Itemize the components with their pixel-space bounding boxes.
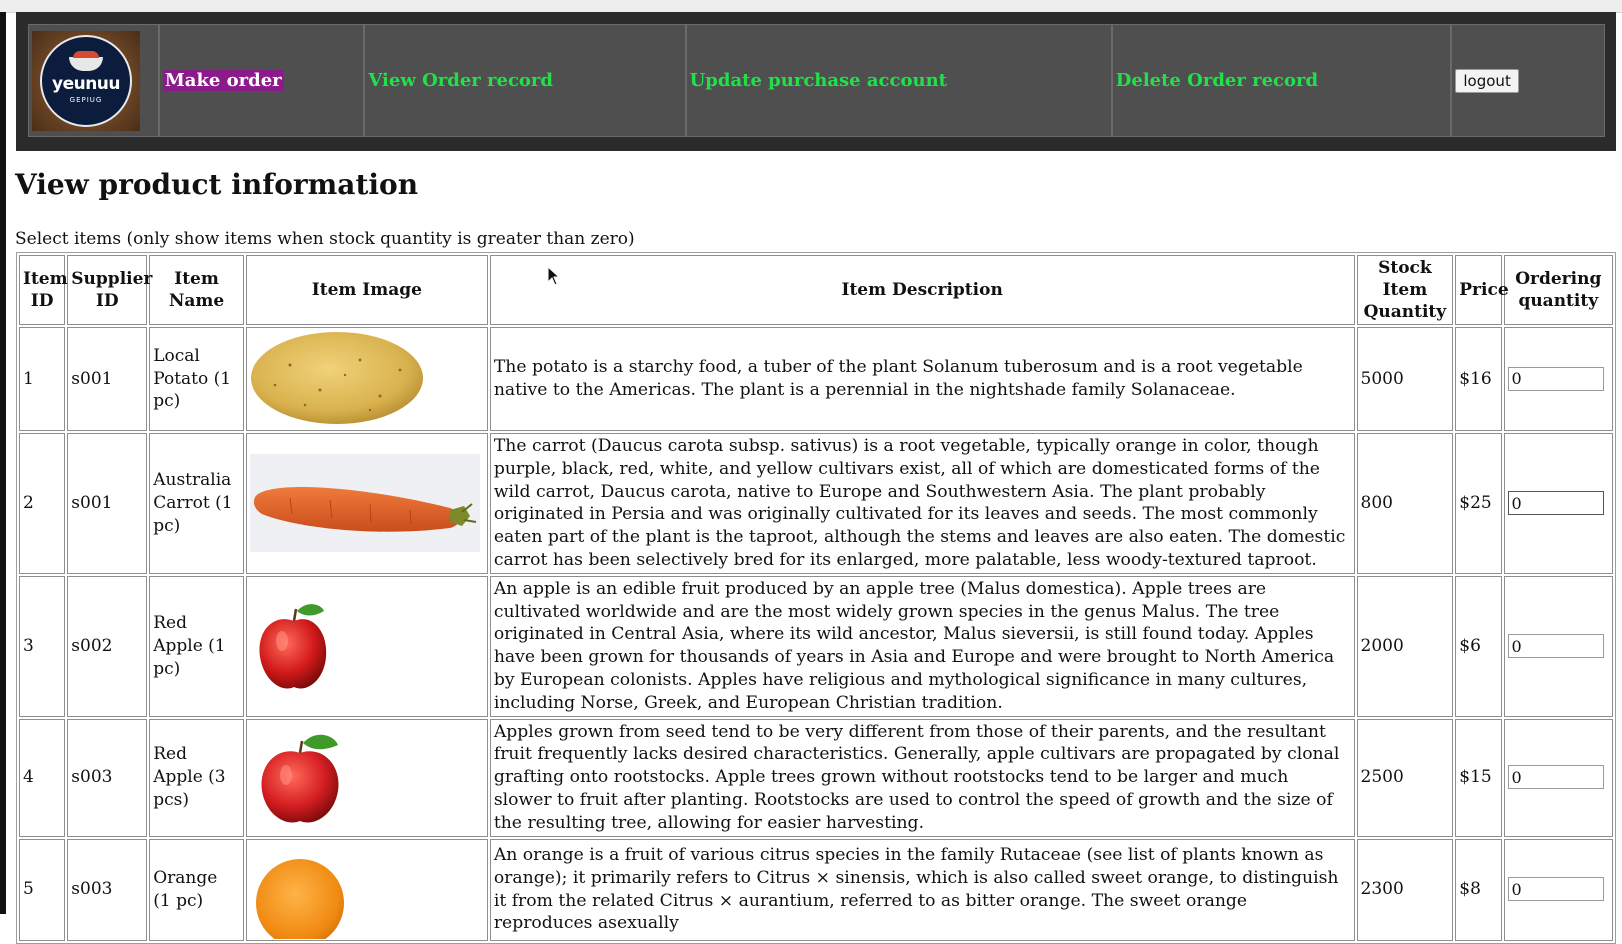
cell-item-id: 3 [19, 575, 66, 717]
cell-supplier-id: s003 [67, 838, 148, 941]
apple-image [250, 597, 480, 695]
apple-image [250, 729, 480, 827]
cell-supplier-id: s001 [67, 433, 148, 574]
cell-item-name: Red Apple (3 pcs) [149, 718, 244, 837]
cell-ordering-quantity [1503, 718, 1613, 837]
header-item-id: Item ID [19, 255, 68, 325]
cell-stock-quantity: 2000 [1356, 575, 1454, 717]
nav-cell-update-purchase-account: Update purchase account [685, 24, 1112, 137]
ordering-quantity-input[interactable] [1507, 491, 1604, 516]
cell-stock-quantity: 2300 [1356, 838, 1454, 941]
cell-item-description: The carrot (Daucus carota subsp. sativus… [489, 433, 1355, 574]
nav-cell-logout: logout [1451, 24, 1605, 137]
ordering-quantity-input[interactable] [1507, 765, 1604, 790]
cell-item-image [245, 718, 488, 837]
cell-item-description: Apples grown from seed tend to be very d… [489, 718, 1355, 837]
table-row: 1 s001 Local Potato (1 pc) The potato is… [19, 327, 1613, 431]
cell-item-id: 1 [19, 327, 66, 431]
nav-cell-make-order: Make order [158, 24, 365, 137]
table-row: 5 s003 Orange (1 pc) An orange is a frui… [19, 838, 1613, 941]
cell-item-name: Orange (1 pc) [149, 838, 244, 941]
nav-cell-view-order-record: View Order record [364, 24, 686, 137]
orange-image [250, 841, 480, 939]
header-supplier-id: Supplier ID [67, 255, 152, 325]
cell-ordering-quantity [1503, 838, 1613, 941]
cell-supplier-id: s003 [67, 718, 148, 837]
nav-link-delete-order-record[interactable]: Delete Order record [1116, 70, 1318, 91]
carrot-image [249, 454, 480, 553]
header-item-name: Item Name [149, 255, 244, 325]
cell-item-id: 2 [19, 433, 66, 574]
product-table: Item ID Supplier ID Item Name Item Image… [16, 252, 1616, 944]
cell-item-description: The potato is a starchy food, a tuber of… [489, 327, 1355, 431]
cell-ordering-quantity [1503, 575, 1613, 717]
ordering-quantity-input[interactable] [1507, 877, 1604, 902]
ordering-quantity-input[interactable] [1507, 366, 1604, 391]
cell-price: $15 [1455, 718, 1502, 837]
ordering-quantity-input[interactable] [1507, 634, 1604, 659]
cell-item-image [245, 327, 488, 431]
brand-logo: yeunuu GEPIUG [32, 30, 140, 131]
table-header-row: Item ID Supplier ID Item Name Item Image… [19, 255, 1613, 325]
cell-item-name: Red Apple (1 pc) [149, 575, 244, 717]
nav-cell-delete-order-record: Delete Order record [1111, 24, 1452, 137]
nav-link-update-purchase-account[interactable]: Update purchase account [690, 70, 947, 91]
header-ordering-quantity: Ordering quantity [1503, 255, 1613, 325]
logout-button[interactable]: logout [1455, 68, 1519, 93]
logo-cell: yeunuu GEPIUG [28, 24, 159, 137]
header-stock-quantity: Stock Item Quantity [1356, 255, 1454, 325]
potato-image [250, 330, 480, 428]
cell-ordering-quantity [1503, 327, 1613, 431]
nav-link-make-order[interactable]: Make order [162, 70, 284, 91]
header-item-image: Item Image [245, 255, 488, 325]
page-title: View product information [15, 168, 419, 201]
cell-item-description: An orange is a fruit of various citrus s… [489, 838, 1355, 941]
cell-item-id: 4 [19, 718, 66, 837]
cell-item-image [245, 838, 488, 941]
header-price: Price [1455, 255, 1509, 325]
window-left-edge [0, 12, 6, 914]
cell-stock-quantity: 5000 [1356, 327, 1454, 431]
nav-table: yeunuu GEPIUG Make order View Order reco… [28, 24, 1605, 137]
table-row: 4 s003 Red Apple (3 pcs) Apples grown fr… [19, 718, 1613, 837]
cell-item-name: Local Potato (1 pc) [149, 327, 244, 431]
cell-stock-quantity: 2500 [1356, 718, 1454, 837]
cell-item-description: An apple is an edible fruit produced by … [489, 575, 1355, 717]
bowl-icon [69, 51, 103, 71]
cell-item-image [245, 575, 488, 717]
cell-price: $8 [1455, 838, 1502, 941]
page-subtitle: Select items (only show items when stock… [15, 229, 635, 249]
table-row: 3 s002 Red Apple (1 pc) An apple is an e… [19, 575, 1613, 717]
logo-text: yeunuu [49, 74, 123, 94]
cell-supplier-id: s001 [67, 327, 148, 431]
cell-stock-quantity: 800 [1356, 433, 1454, 574]
cell-ordering-quantity [1503, 433, 1613, 574]
top-navigation-bar: yeunuu GEPIUG Make order View Order reco… [16, 12, 1616, 151]
cell-item-image [245, 433, 488, 574]
cell-price: $6 [1455, 575, 1502, 717]
nav-link-view-order-record[interactable]: View Order record [368, 70, 553, 91]
cell-price: $25 [1455, 433, 1502, 574]
logo-subtext: GEPIUG [69, 96, 103, 104]
cell-price: $16 [1455, 327, 1502, 431]
header-item-description: Item Description [489, 255, 1355, 325]
cell-item-name: Australia Carrot (1 pc) [149, 433, 244, 574]
cell-item-id: 5 [19, 838, 66, 941]
table-row: 2 s001 Australia Carrot (1 pc) The carro… [19, 433, 1613, 574]
logo-badge: yeunuu GEPIUG [40, 34, 132, 127]
cell-supplier-id: s002 [67, 575, 148, 717]
